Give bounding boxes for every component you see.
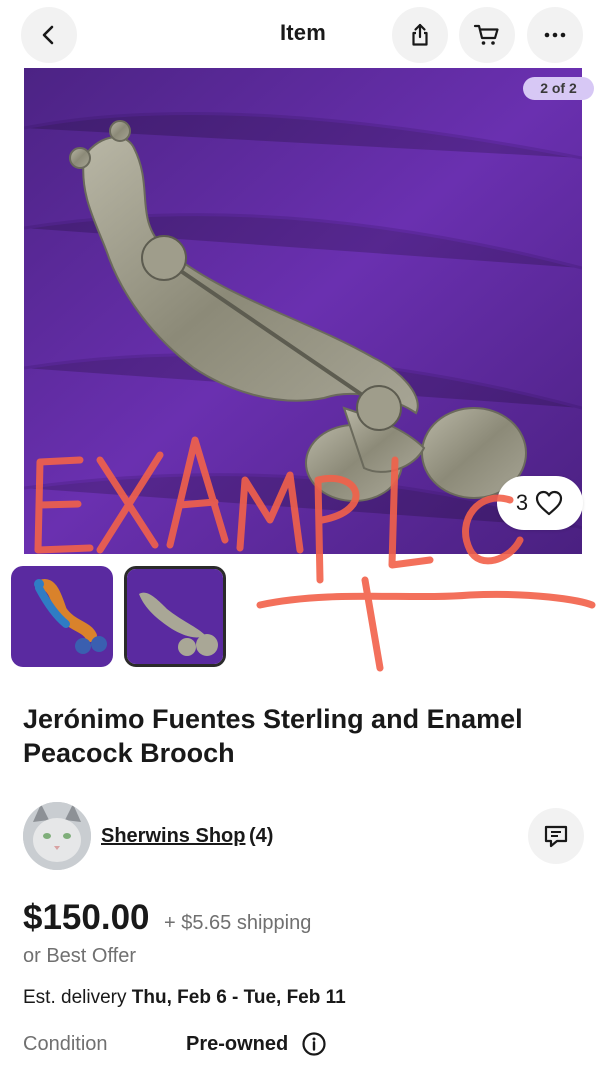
message-icon <box>544 825 568 848</box>
delivery-label: Est. delivery <box>23 987 127 1008</box>
share-button[interactable] <box>392 7 448 63</box>
page-title: Item <box>279 20 327 45</box>
heart-icon <box>536 490 563 516</box>
seller-feedback-count: (4) <box>249 825 274 847</box>
shipping-cost: + $5.65 shipping <box>164 912 312 934</box>
top-bar: Item <box>0 0 606 68</box>
share-icon <box>412 23 428 46</box>
image-page-indicator: 2 of 2 <box>523 77 594 100</box>
listing-title: Jerónimo Fuentes Sterling and Enamel Pea… <box>23 704 523 768</box>
estimated-delivery: Est. delivery Thu, Feb 6 - Tue, Feb 11 <box>23 987 346 1009</box>
item-photo[interactable] <box>24 68 582 554</box>
item-price: $150.00 <box>23 898 150 937</box>
thumbnail-1[interactable] <box>11 566 113 667</box>
best-offer-text: or Best Offer <box>23 945 137 967</box>
seller-avatar[interactable] <box>23 802 91 870</box>
condition-label: Condition <box>23 1033 108 1055</box>
watch-count: 3 <box>515 490 529 515</box>
cart-icon <box>473 24 499 45</box>
more-button[interactable] <box>527 7 583 63</box>
more-icon <box>544 32 566 38</box>
info-icon <box>302 1032 326 1056</box>
thumbnail-2[interactable] <box>124 566 226 667</box>
condition-info-button[interactable] <box>301 1031 327 1057</box>
message-seller-button[interactable] <box>528 808 584 864</box>
delivery-dates: Thu, Feb 6 - Tue, Feb 11 <box>131 987 346 1008</box>
seller-name-link[interactable]: Sherwins Shop <box>101 825 245 848</box>
cart-button[interactable] <box>459 7 515 63</box>
watch-button[interactable]: 3 <box>497 476 583 530</box>
seller-row: Sherwins Shop (4) <box>23 802 584 872</box>
condition-value: Pre-owned <box>186 1033 289 1055</box>
